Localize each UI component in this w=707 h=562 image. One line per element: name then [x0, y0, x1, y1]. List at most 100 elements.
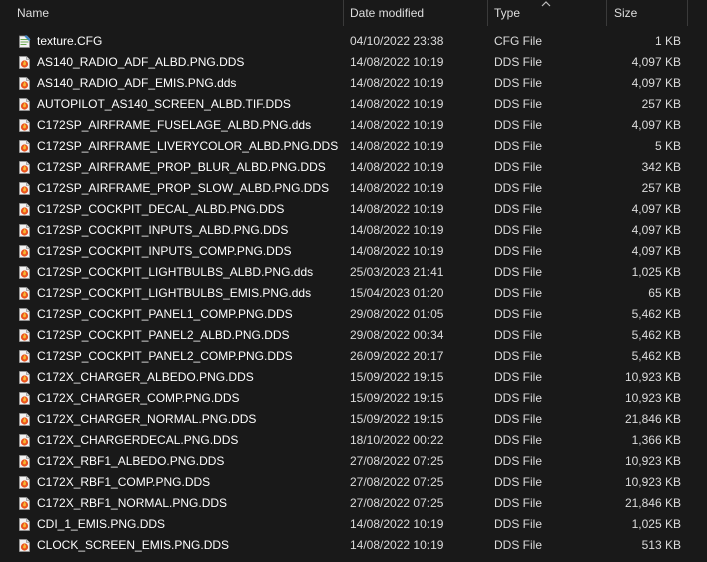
dds-file-icon [17, 76, 32, 91]
file-row[interactable]: C172SP_COCKPIT_PANEL2_COMP.PNG.DDS 26/09/… [0, 346, 707, 367]
column-header-name[interactable]: Name [17, 0, 49, 26]
file-size: 10,923 KB [624, 475, 681, 489]
column-header-size[interactable]: Size [614, 0, 637, 26]
file-type: DDS File [494, 181, 543, 195]
file-size: 5,462 KB [631, 349, 681, 363]
column-header-type[interactable]: Type [494, 0, 520, 26]
file-name: C172X_CHARGER_ALBEDO.PNG.DDS [37, 370, 254, 384]
file-name: C172X_CHARGERDECAL.PNG.DDS [37, 433, 239, 447]
dds-file-icon [17, 391, 32, 406]
file-type: DDS File [494, 391, 543, 405]
dds-file-icon [17, 160, 32, 175]
column-header-date-modified[interactable]: Date modified [350, 0, 424, 26]
file-name: C172SP_COCKPIT_PANEL2_COMP.PNG.DDS [37, 349, 293, 363]
file-size: 10,923 KB [624, 391, 681, 405]
file-row[interactable]: C172SP_COCKPIT_INPUTS_COMP.PNG.DDS 14/08/… [0, 241, 707, 262]
dds-file-icon [17, 328, 32, 343]
file-type: DDS File [494, 97, 543, 111]
file-date-modified: 15/09/2022 19:15 [350, 370, 444, 384]
file-date-modified: 14/08/2022 10:19 [350, 538, 444, 552]
file-row[interactable]: C172SP_COCKPIT_LIGHTBULBS_ALBD.PNG.dds 25… [0, 262, 707, 283]
file-name: C172SP_COCKPIT_PANEL2_ALBD.PNG.DDS [37, 328, 290, 342]
file-row[interactable]: C172X_RBF1_NORMAL.PNG.DDS 27/08/2022 07:2… [0, 493, 707, 514]
file-date-modified: 15/09/2022 19:15 [350, 391, 444, 405]
file-row[interactable]: C172X_RBF1_COMP.PNG.DDS 27/08/2022 07:25 D… [0, 472, 707, 493]
file-row[interactable]: C172X_CHARGER_ALBEDO.PNG.DDS 15/09/2022 1… [0, 367, 707, 388]
file-date-modified: 04/10/2022 23:38 [350, 34, 444, 48]
file-date-modified: 14/08/2022 10:19 [350, 139, 444, 153]
file-type: DDS File [494, 223, 543, 237]
file-type: DDS File [494, 517, 543, 531]
dds-file-icon [17, 496, 32, 511]
column-divider[interactable] [487, 0, 488, 26]
file-size: 257 KB [641, 97, 681, 111]
file-row[interactable]: texture.CFG 04/10/2022 23:38 CFG File 1 KB [0, 31, 707, 52]
file-row[interactable]: C172SP_COCKPIT_PANEL2_ALBD.PNG.DDS 29/08/… [0, 325, 707, 346]
dds-file-icon [17, 265, 32, 280]
file-type: DDS File [494, 202, 543, 216]
file-size: 10,923 KB [624, 370, 681, 384]
file-type: DDS File [494, 55, 543, 69]
file-type: DDS File [494, 370, 543, 384]
dds-file-icon [17, 139, 32, 154]
file-type: DDS File [494, 475, 543, 489]
file-row[interactable]: C172X_CHARGER_NORMAL.PNG.DDS 15/09/2022 1… [0, 409, 707, 430]
file-date-modified: 14/08/2022 10:19 [350, 244, 444, 258]
file-row[interactable]: C172X_CHARGER_COMP.PNG.DDS 15/09/2022 19:… [0, 388, 707, 409]
file-size: 4,097 KB [631, 118, 681, 132]
file-row[interactable]: AS140_RADIO_ADF_EMIS.PNG.dds 14/08/2022 1… [0, 73, 707, 94]
file-size: 4,097 KB [631, 76, 681, 90]
file-type: DDS File [494, 538, 543, 552]
file-row[interactable]: AUTOPILOT_AS140_SCREEN_ALBD.TIF.DDS 14/08… [0, 94, 707, 115]
sort-ascending-icon [541, 1, 551, 7]
file-date-modified: 27/08/2022 07:25 [350, 496, 444, 510]
file-row[interactable]: CDI_1_EMIS.PNG.DDS 14/08/2022 10:19 DDS Fi… [0, 514, 707, 535]
file-date-modified: 29/08/2022 01:05 [350, 307, 444, 321]
file-type: DDS File [494, 286, 543, 300]
file-size: 257 KB [641, 181, 681, 195]
column-divider[interactable] [687, 0, 688, 26]
dds-file-icon [17, 475, 32, 490]
file-row[interactable]: C172SP_AIRFRAME_FUSELAGE_ALBD.PNG.dds 14/… [0, 115, 707, 136]
file-name: C172SP_AIRFRAME_PROP_SLOW_ALBD.PNG.DDS [37, 181, 330, 195]
file-type: DDS File [494, 454, 543, 468]
file-row[interactable]: C172X_RBF1_ALBEDO.PNG.DDS 27/08/2022 07:2… [0, 451, 707, 472]
file-row[interactable]: C172SP_COCKPIT_DECAL_ALBD.PNG.DDS 14/08/2… [0, 199, 707, 220]
file-type: DDS File [494, 160, 543, 174]
dds-file-icon [17, 181, 32, 196]
file-date-modified: 14/08/2022 10:19 [350, 517, 444, 531]
file-row[interactable]: C172X_CHARGERDECAL.PNG.DDS 18/10/2022 00:… [0, 430, 707, 451]
file-type: DDS File [494, 433, 543, 447]
dds-file-icon [17, 55, 32, 70]
file-size: 4,097 KB [631, 55, 681, 69]
file-row[interactable]: C172SP_COCKPIT_PANEL1_COMP.PNG.DDS 29/08/… [0, 304, 707, 325]
file-type: DDS File [494, 307, 543, 321]
dds-file-icon [17, 307, 32, 322]
column-divider[interactable] [343, 0, 344, 26]
column-divider[interactable] [606, 0, 607, 26]
file-row[interactable]: C172SP_AIRFRAME_PROP_BLUR_ALBD.PNG.DDS 14… [0, 157, 707, 178]
file-row[interactable]: C172SP_AIRFRAME_PROP_SLOW_ALBD.PNG.DDS 14… [0, 178, 707, 199]
file-size: 513 KB [641, 538, 681, 552]
file-name: C172X_CHARGER_NORMAL.PNG.DDS [37, 412, 257, 426]
file-name: C172SP_COCKPIT_DECAL_ALBD.PNG.DDS [37, 202, 285, 216]
file-row[interactable]: CLOCK_SCREEN_EMIS.PNG.DDS 14/08/2022 10:1… [0, 535, 707, 556]
dds-file-icon [17, 454, 32, 469]
file-row[interactable]: C172SP_COCKPIT_INPUTS_ALBD.PNG.DDS 14/08/… [0, 220, 707, 241]
file-date-modified: 15/04/2023 01:20 [350, 286, 444, 300]
file-type: DDS File [494, 118, 543, 132]
file-size: 65 KB [648, 286, 681, 300]
file-size: 10,923 KB [624, 454, 681, 468]
file-row[interactable]: C172SP_AIRFRAME_LIVERYCOLOR_ALBD.PNG.DDS… [0, 136, 707, 157]
file-type: DDS File [494, 412, 543, 426]
file-size: 5,462 KB [631, 307, 681, 321]
file-size: 1,025 KB [631, 265, 681, 279]
dds-file-icon [17, 412, 32, 427]
file-size: 1 KB [654, 34, 681, 48]
file-name: C172SP_COCKPIT_PANEL1_COMP.PNG.DDS [37, 307, 293, 321]
file-row[interactable]: AS140_RADIO_ADF_ALBD.PNG.DDS 14/08/2022 1… [0, 52, 707, 73]
file-row[interactable]: C172SP_COCKPIT_LIGHTBULBS_EMIS.PNG.dds 15… [0, 283, 707, 304]
file-name: CDI_1_EMIS.PNG.DDS [37, 517, 166, 531]
dds-file-icon [17, 370, 32, 385]
file-size: 1,025 KB [631, 517, 681, 531]
